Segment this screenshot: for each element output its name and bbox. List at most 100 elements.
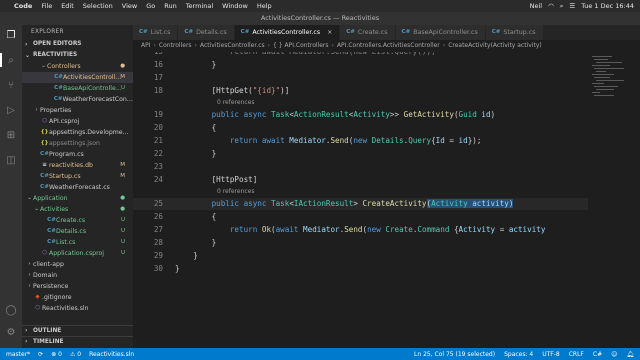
code-token: [HttpPost] [175, 175, 258, 184]
menu-help[interactable]: Help [257, 2, 272, 10]
code-token: Activity [353, 110, 390, 119]
menu-go[interactable]: Go [146, 2, 155, 10]
feedback-icon[interactable]: ☺ [611, 351, 617, 358]
codelens-references[interactable]: 0 references [217, 98, 255, 108]
control-center-icon[interactable]: ☰ [569, 2, 575, 10]
error-count[interactable]: ⊗ 0 [51, 351, 62, 358]
breadcrumb-item[interactable]: API.Controllers.ActivitiesController [337, 42, 440, 49]
codelens-references[interactable]: 0 references [217, 187, 255, 197]
tree-item[interactable]: C# WeatherForecastCont... [22, 94, 133, 105]
notifications-icon[interactable]: 🔔︎ [626, 351, 634, 358]
tree-item[interactable]: {} appsettings.json [22, 138, 133, 149]
wifi-icon[interactable]: ◠ [548, 2, 554, 10]
codelens[interactable]: 0 references [133, 98, 588, 108]
menu-app-name[interactable]: Code [14, 2, 32, 10]
csharp-file-icon: C# [139, 29, 148, 35]
code-token: IActionResult [293, 199, 354, 208]
timeline-section[interactable]: › TIMELINE [22, 336, 133, 347]
code-token: Guid [458, 110, 482, 119]
code-text: } [175, 148, 217, 160]
codelens[interactable]: 0 references [133, 187, 588, 197]
code-line: 26 { [133, 211, 588, 223]
explorer-icon[interactable]: ❐ [5, 30, 17, 42]
chevron-right-icon: › [28, 283, 31, 289]
tree-item[interactable]: ⌄ Activities ● [22, 204, 133, 215]
activity-bar: ❐ ⌕ ⑂ ▷ ⊞ ◫ ◯ ⚙ [0, 25, 22, 348]
warning-count[interactable]: ⚠ 0 [70, 351, 81, 358]
code-text: } [175, 59, 217, 71]
close-icon[interactable]: × [327, 25, 332, 40]
explorer-sidebar: EXPLORER › OPEN EDITORS ⌄ REACTIVITIES ⌄… [22, 25, 133, 348]
tree-item[interactable]: C# Program.cs [22, 149, 133, 160]
run-debug-icon[interactable]: ▷ [5, 105, 17, 117]
breadcrumb-item[interactable]: API [141, 42, 151, 49]
menu-terminal[interactable]: Terminal [186, 2, 213, 10]
tree-item[interactable]: C# Startup.cs M [22, 171, 133, 182]
tree-item-label: Controllers [47, 63, 81, 70]
minimap-line [594, 77, 610, 78]
account-icon[interactable]: ◯ [5, 305, 17, 317]
encoding[interactable]: UTF-8 [542, 351, 560, 358]
clock[interactable]: Tue 1 Dec 16:44 [581, 2, 634, 10]
branch-indicator[interactable]: master* [6, 351, 30, 358]
tree-item[interactable]: ⬡ Application.csproj U [22, 248, 133, 259]
open-editors-section[interactable]: › OPEN EDITORS [22, 39, 133, 50]
tree-item[interactable]: C# BaseApiControlle... U [22, 83, 133, 94]
breadcrumb-item[interactable]: ActivitiesController.cs [200, 42, 265, 49]
tree-item[interactable]: ⌄ Controllers ● [22, 61, 133, 72]
menu-selection[interactable]: Selection [83, 2, 113, 10]
tree-item[interactable]: › Domain [22, 270, 133, 281]
tab-startup-cs[interactable]: C# Startup.cs [485, 25, 544, 40]
tree-item[interactable]: C# List.cs U [22, 237, 133, 248]
outline-section[interactable]: › OUTLINE [22, 325, 133, 336]
manage-gear-icon[interactable]: ⚙ [5, 327, 17, 339]
user-menu[interactable]: Neil [530, 2, 542, 10]
search-icon[interactable]: ⌕ [560, 2, 564, 11]
tree-item[interactable]: C# Create.cs U [22, 215, 133, 226]
code-token: GetActivity [403, 110, 454, 119]
tree-item[interactable]: › Properties [22, 105, 133, 116]
csharp-file-icon: C# [240, 29, 250, 35]
tree-item[interactable]: ⌄ Application ● [22, 193, 133, 204]
code-token: Send [344, 225, 363, 234]
tree-item[interactable]: ◆ .gitignore [22, 292, 133, 303]
indentation[interactable]: Spaces: 4 [504, 351, 533, 358]
search-view-icon[interactable]: ⌕ [5, 55, 17, 67]
tree-item[interactable]: C# WeatherForecast.cs [22, 182, 133, 193]
chevron-right-icon: › [28, 272, 31, 278]
tab-activitiescontroller-cs[interactable]: C# ActivitiesController.cs × [234, 25, 341, 40]
tree-item[interactable]: C# ActivitiesControll... M [22, 72, 133, 83]
solution-indicator[interactable]: Reactivities.sln [89, 351, 134, 358]
language-mode[interactable]: C# [593, 351, 602, 358]
project-section[interactable]: ⌄ REACTIVITIES [22, 50, 133, 61]
extensions-icon[interactable]: ⊞ [5, 130, 17, 142]
menu-edit[interactable]: Edit [61, 2, 74, 10]
code-editor[interactable]: 15 return await Mediator.Send(new List.Q… [133, 52, 588, 348]
breadcrumb-item[interactable]: Controllers [159, 42, 192, 49]
breadcrumb-item[interactable]: { } API.Controllers [273, 42, 329, 49]
tree-item[interactable]: ⬡ Reactivities.sln [22, 303, 133, 314]
menu-view[interactable]: View [122, 2, 137, 10]
tree-item[interactable]: {} appsettings.Developme... [22, 127, 133, 138]
database-icon[interactable]: ◫ [5, 155, 17, 167]
tab-list-cs[interactable]: C# List.cs [133, 25, 179, 40]
tree-item[interactable]: ≡ reactivities.db M [22, 160, 133, 171]
tree-item[interactable]: C# Details.cs U [22, 226, 133, 237]
menu-run[interactable]: Run [164, 2, 176, 10]
breadcrumb-item[interactable]: CreateActivity(Activity activity) [448, 42, 542, 49]
tab-baseapicontroller-cs[interactable]: C# BaseApiController.cs [395, 25, 486, 40]
chevron-down-icon: ⌄ [27, 195, 32, 201]
source-control-icon[interactable]: ⑂ [5, 80, 17, 92]
minimap[interactable] [588, 52, 640, 348]
tree-item-label: WeatherForecastCont... [62, 96, 133, 103]
line-ending[interactable]: CRLF [569, 351, 584, 358]
tab-create-cs[interactable]: C# Create.cs [340, 25, 396, 40]
tree-item[interactable]: › Persistence [22, 281, 133, 292]
cursor-position[interactable]: Ln 25, Col 75 (19 selected) [414, 351, 495, 358]
menu-file[interactable]: File [41, 2, 52, 10]
tree-item[interactable]: ⬡ API.csproj [22, 116, 133, 127]
tab-details-cs[interactable]: C# Details.cs [178, 25, 235, 40]
sync-icon[interactable]: ⟳ [38, 351, 43, 358]
tree-item[interactable]: › client-app [22, 259, 133, 270]
menu-window[interactable]: Window [222, 2, 248, 10]
